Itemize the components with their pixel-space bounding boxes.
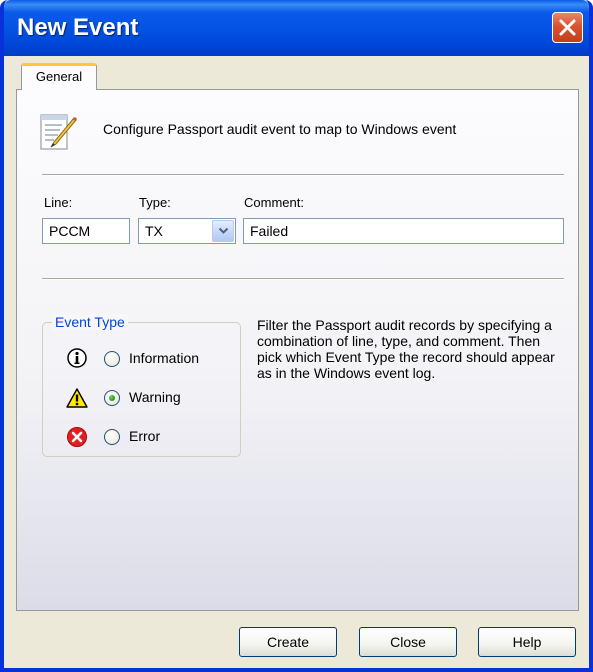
type-label: Type: bbox=[139, 195, 171, 210]
type-select-value: TX bbox=[145, 223, 163, 239]
radio-warning[interactable] bbox=[104, 390, 120, 406]
help-button[interactable]: Help bbox=[478, 627, 576, 657]
information-icon bbox=[67, 348, 87, 368]
event-type-group-title: Event Type bbox=[52, 314, 128, 330]
create-button[interactable]: Create bbox=[239, 627, 337, 657]
type-select[interactable]: TX bbox=[138, 218, 236, 244]
radio-error-label[interactable]: Error bbox=[129, 428, 160, 444]
close-button[interactable]: Close bbox=[359, 627, 457, 657]
comment-label: Comment: bbox=[244, 195, 304, 210]
error-icon bbox=[67, 427, 87, 447]
chevron-down-icon bbox=[218, 227, 228, 234]
line-label: Line: bbox=[44, 195, 73, 210]
line-input[interactable]: PCCM bbox=[42, 218, 130, 244]
edit-document-icon bbox=[40, 114, 78, 150]
radio-warning-label[interactable]: Warning bbox=[129, 389, 181, 405]
close-window-button[interactable] bbox=[552, 12, 583, 43]
warning-icon bbox=[66, 388, 88, 408]
radio-warning-selected-dot bbox=[109, 395, 115, 401]
radio-information[interactable] bbox=[104, 351, 120, 367]
comment-input[interactable]: Failed bbox=[243, 218, 564, 244]
separator-middle bbox=[42, 278, 564, 280]
window-title: New Event bbox=[17, 14, 139, 41]
header-description: Configure Passport audit event to map to… bbox=[103, 121, 457, 137]
type-dropdown-button[interactable] bbox=[212, 220, 234, 242]
radio-error[interactable] bbox=[104, 429, 120, 445]
radio-information-label[interactable]: Information bbox=[129, 350, 199, 366]
separator-top bbox=[42, 174, 564, 176]
tab-general[interactable]: General bbox=[21, 63, 97, 90]
filter-description: Filter the Passport audit records by spe… bbox=[257, 317, 555, 381]
title-bar[interactable]: New Event bbox=[4, 0, 589, 56]
close-icon bbox=[559, 19, 576, 36]
